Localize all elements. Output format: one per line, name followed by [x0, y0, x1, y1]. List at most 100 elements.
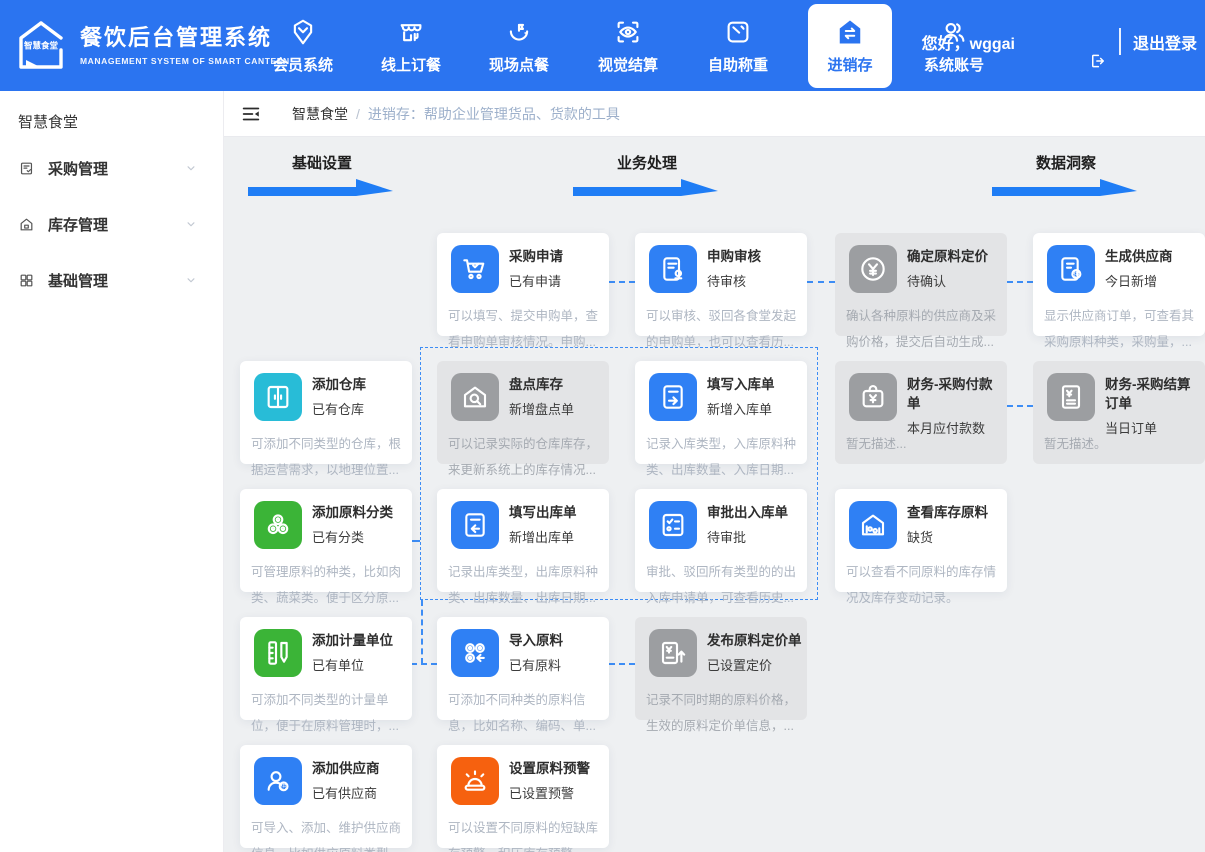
nav-label: 自助称重 [708, 54, 768, 75]
logout-button[interactable]: 退出登录 [1133, 30, 1197, 54]
card-title: 填写出库单 [509, 503, 605, 522]
nav-onsite-ordering[interactable]: 现场点餐 [477, 0, 561, 91]
card-purchase-request[interactable]: 采购申请已有申请 可以填写、提交申购单，查看申购单审核情况。申购... [437, 233, 609, 336]
chevron-down-icon [184, 161, 198, 175]
nav-member-system[interactable]: 会员系统 [261, 0, 345, 91]
card-add-warehouse[interactable]: 添加仓库已有仓库 可添加不同类型的仓库，根据运营需求，以地理位置... [240, 361, 412, 464]
menu-fold-icon[interactable] [240, 103, 262, 125]
card-subtitle: 已有单位 [312, 657, 408, 674]
card-title: 添加计量单位 [312, 631, 408, 650]
card-title: 确定原料定价 [907, 247, 1003, 266]
nav-self-weighing[interactable]: 自助称重 [696, 0, 780, 91]
yen-circle-icon [849, 245, 897, 293]
nav-label: 进销存 [827, 54, 872, 75]
card-title: 查看库存原料 [907, 503, 1003, 522]
card-title: 盘点库存 [509, 375, 605, 394]
card-desc: 可添加不同种类的原料信息，比如名称、编码、单... [448, 687, 600, 739]
ruler-pen-icon [254, 629, 302, 677]
card-generate-supplier[interactable]: 生成供应商今日新增 显示供应商订单，可查看其采购原料种类，采购量，... [1033, 233, 1205, 336]
card-desc: 暂无描述... [846, 431, 998, 457]
nav-online-ordering[interactable]: 线上订餐 [369, 0, 453, 91]
nav-inventory-active[interactable]: 进销存 [808, 4, 892, 88]
audit-doc-icon [649, 245, 697, 293]
card-inbound-form[interactable]: 填写入库单新增入库单 记录入库类型，入库原料种类、出库数量、入库日期... [635, 361, 807, 464]
sidebar-item-purchase-management[interactable]: 采购管理 [0, 151, 224, 185]
card-add-measure-unit[interactable]: 添加计量单位已有单位 可添加不同类型的计量单位，便于在原料管理时，... [240, 617, 412, 720]
card-desc: 可管理原料的种类，比如肉类、蔬菜类。便于区分原... [251, 559, 403, 611]
vision-eye-icon [613, 17, 643, 47]
card-title: 添加仓库 [312, 375, 408, 394]
card-desc: 审批、驳回所有类型的的出入库申请单，可查看历史... [646, 559, 798, 611]
sidebar-item-label: 采购管理 [48, 158, 108, 179]
top-header: 餐饮后台管理系统 MANAGEMENT SYSTEM OF SMART CANT… [0, 0, 1205, 91]
flow-connector [609, 663, 635, 665]
house-box-icon [18, 216, 35, 233]
price-publish-icon [649, 629, 697, 677]
nav-label: 线上订餐 [381, 54, 441, 75]
sidebar-item-label: 基础管理 [48, 270, 108, 291]
card-view-stock-materials[interactable]: 查看库存原料缺货 可以查看不同原料的库存情况及库存变动记录。 [835, 489, 1007, 592]
card-subtitle: 已有分类 [312, 529, 408, 546]
card-subtitle: 待审核 [707, 273, 803, 290]
card-desc: 暂无描述。 [1044, 431, 1196, 457]
sidebar-item-basic-management[interactable]: 基础管理 [0, 263, 224, 297]
section-basic-setup: 基础设置 [262, 152, 382, 173]
grid-icon [18, 272, 35, 289]
flow-connector [1007, 405, 1033, 407]
sidebar-canteen-title: 智慧食堂 [18, 111, 78, 132]
section-arrow-icon [992, 177, 1137, 199]
card-purchase-audit[interactable]: 申购审核待审核 可以审核、驳回各食堂发起的申购单，也可以查看历... [635, 233, 807, 336]
card-add-supplier[interactable]: 添加供应商已有供应商 可导入、添加、维护供应商信息，比如供应原料类型... [240, 745, 412, 848]
card-title: 添加原料分类 [312, 503, 408, 522]
app-subtitle: MANAGEMENT SYSTEM OF SMART CANTEEN [80, 56, 290, 66]
supplier-person-icon [254, 757, 302, 805]
card-confirm-material-price[interactable]: 确定原料定价待确认 确认各种原料的供应商及采购价格，提交后自动生成... [835, 233, 1007, 336]
logout-icon[interactable] [1089, 52, 1107, 70]
breadcrumb-root[interactable]: 智慧食堂 [292, 104, 348, 124]
card-subtitle: 已有原料 [509, 657, 605, 674]
flow-connector [411, 663, 437, 665]
card-add-material-category[interactable]: 添加原料分类已有分类 可管理原料的种类，比如肉类、蔬菜类。便于区分原... [240, 489, 412, 592]
stocktake-house-icon [451, 373, 499, 421]
breadcrumb-current: 进销存：帮助企业管理货品、货款的工具 [368, 104, 620, 124]
nav-label: 视觉结算 [598, 54, 658, 75]
header-divider [1119, 28, 1121, 55]
inventory-house-icon [835, 17, 865, 47]
card-material-alert[interactable]: 设置原料预警已设置预警 可以设置不同原料的短缺库存预警、积压库存预警。... [437, 745, 609, 848]
flow-connector [1007, 281, 1033, 283]
sidebar: 智慧食堂 采购管理 库存管理 基础管理 [0, 91, 224, 852]
card-subtitle: 已有申请 [509, 273, 605, 290]
card-title: 采购申请 [509, 247, 605, 266]
card-subtitle: 新增入库单 [707, 401, 803, 418]
card-subtitle: 已设置定价 [707, 657, 803, 674]
card-title: 填写入库单 [707, 375, 803, 394]
card-outbound-form[interactable]: 填写出库单新增出库单 记录出库类型，出库原料种类、出库数量、出库日期... [437, 489, 609, 592]
stock-house-icon [849, 501, 897, 549]
sidebar-item-label: 库存管理 [48, 214, 108, 235]
nav-visual-settlement[interactable]: 视觉结算 [586, 0, 670, 91]
section-data-insight: 数据洞察 [1006, 152, 1126, 173]
breadcrumb-separator: / [356, 106, 360, 122]
app-window: 餐饮后台管理系统 MANAGEMENT SYSTEM OF SMART CANT… [0, 0, 1205, 852]
card-publish-price-list[interactable]: 发布原料定价单已设置定价 记录不同时期的原料价格，生效的原料定价单信息，... [635, 617, 807, 720]
card-title: 添加供应商 [312, 759, 408, 778]
card-subtitle: 缺货 [907, 529, 1003, 546]
card-finance-payment[interactable]: 财务-采购付款单本月应付款数 暂无描述... [835, 361, 1007, 464]
inbound-doc-icon [649, 373, 697, 421]
card-desc: 可以记录实际的仓库库存，来更新系统上的库存情况... [448, 431, 600, 483]
nav-label: 现场点餐 [489, 54, 549, 75]
card-approve-inout-forms[interactable]: 审批出入库单待审批 审批、驳回所有类型的的出入库申请单，可查看历史... [635, 489, 807, 592]
flow-connector [807, 281, 835, 283]
sidebar-item-stock-management[interactable]: 库存管理 [0, 207, 224, 241]
card-desc: 可以查看不同原料的库存情况及库存变动记录。 [846, 559, 998, 611]
smart-canteen-logo-icon [12, 16, 70, 74]
card-import-materials[interactable]: 导入原料已有原料 可添加不同种类的原料信息，比如名称、编码、单... [437, 617, 609, 720]
outbound-doc-icon [451, 501, 499, 549]
dish-icon [504, 17, 534, 47]
card-desc: 可以审核、驳回各食堂发起的申购单，也可以查看历... [646, 303, 798, 355]
card-stocktake[interactable]: 盘点库存新增盘点单 可以记录实际的仓库库存，来更新系统上的库存情况... [437, 361, 609, 464]
card-title: 财务-采购付款单 [907, 375, 1003, 413]
supplier-doc-icon [1047, 245, 1095, 293]
card-title: 设置原料预警 [509, 759, 605, 778]
card-finance-settlement[interactable]: 财务-采购结算订单当日订单 暂无描述。 [1033, 361, 1205, 464]
